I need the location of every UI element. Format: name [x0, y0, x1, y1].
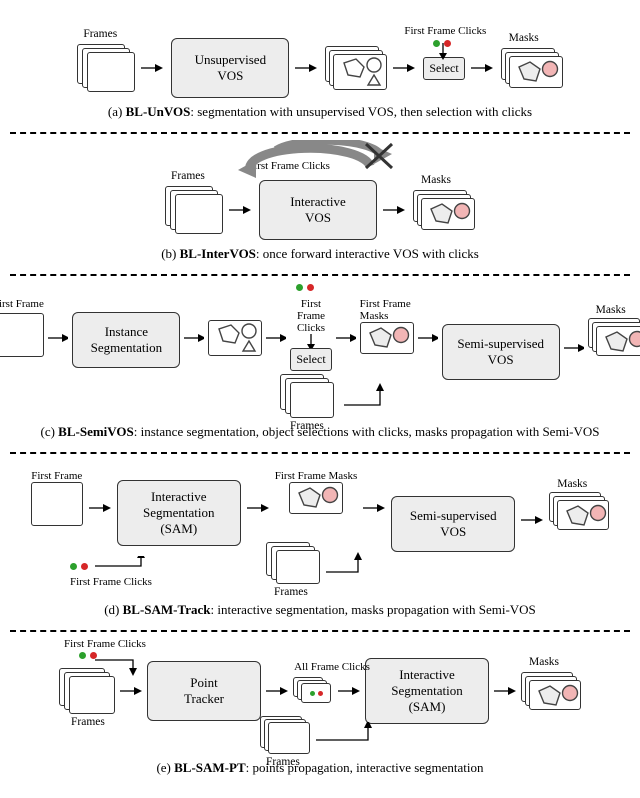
first-frame — [0, 313, 44, 357]
arrow-icon — [89, 502, 111, 514]
caption-a: (a) BL-UnVOS: segmentation with unsuperv… — [10, 104, 630, 120]
output-masks — [588, 318, 640, 356]
arrow-icon — [363, 502, 385, 514]
panel-d: First Frame Interactive Segmentation (SA… — [10, 454, 630, 630]
block-intseg-sam: Interactive Segmentation (SAM) — [117, 480, 241, 546]
arrow-icon — [48, 332, 68, 344]
arrow-down-icon — [437, 43, 449, 60]
arrow-icon — [393, 62, 417, 74]
label-ffclicks: First Frame Clicks — [55, 638, 155, 650]
arrow-icon — [564, 342, 584, 354]
arrow-icon — [184, 332, 204, 344]
label-masks: Masks — [596, 304, 626, 316]
select-box: Select — [290, 348, 331, 371]
panel-b: First Frame Clicks Frames Interactive VO… — [10, 134, 630, 274]
block-semivos: Semi-supervised VOS — [442, 324, 560, 380]
arrow-icon — [247, 502, 269, 514]
first-frame — [31, 482, 83, 526]
output-masks — [501, 48, 563, 88]
arrow-icon — [120, 685, 142, 697]
label-masks: Masks — [421, 174, 451, 186]
arrow-icon — [383, 204, 407, 216]
panel-a: Frames Unsupervised VOS First Frame Clic… — [10, 10, 630, 132]
arrow-icon — [521, 514, 543, 526]
label-frames: Frames — [290, 420, 324, 432]
arrow-up-right-icon — [322, 552, 382, 582]
block-unvos: Unsupervised VOS — [171, 38, 289, 98]
output-masks — [549, 492, 609, 530]
label-masks: Masks — [557, 478, 587, 490]
frames-stack — [280, 374, 334, 418]
select-box: Select — [423, 57, 464, 80]
arrow-icon — [418, 332, 438, 344]
arrow-icon — [338, 685, 360, 697]
frames-stack — [59, 668, 115, 714]
caption-b: (b) BL-InterVOS: once forward interactiv… — [10, 246, 630, 262]
arrow-icon — [266, 685, 288, 697]
label-first-frame: First Frame — [31, 470, 82, 482]
label-first-frame: First Frame — [0, 298, 44, 310]
arrow-up-right-icon — [312, 722, 392, 750]
label-frames: Frames — [83, 28, 117, 40]
label-ffmasks: First Frame Masks — [275, 470, 358, 482]
label-frames: Frames — [266, 756, 300, 768]
clicks-stack — [293, 677, 333, 705]
label-masks: Masks — [529, 656, 559, 668]
frames-stack: Frames — [165, 186, 223, 234]
arrow-up-right-icon — [340, 381, 400, 411]
frames-stack — [266, 542, 320, 584]
arrow-icon — [336, 332, 356, 344]
candidate-shapes — [208, 320, 262, 356]
caption-e: (e) BL-SAM-PT: points propagation, inter… — [10, 760, 630, 776]
label-ffmasks: First Frame Masks — [360, 298, 414, 322]
arrow-icon — [295, 62, 319, 74]
label-masks: Masks — [509, 32, 539, 44]
block-point-tracker: Point Tracker — [147, 661, 261, 721]
selected-shapes — [289, 482, 343, 514]
label-ffclicks: First Frame Clicks — [290, 298, 331, 334]
arrow-icon — [229, 204, 253, 216]
block-instseg: Instance Segmentation — [72, 312, 180, 368]
label-allclicks: All Frame Clicks — [287, 661, 377, 673]
output-masks — [521, 672, 581, 710]
frames-stack — [260, 716, 310, 756]
panel-c: First Frame Instance Segmentation First … — [10, 276, 630, 452]
panel-e: First Frame Clicks Frames Point Tracker … — [10, 632, 630, 788]
label-frames: Frames — [274, 586, 308, 598]
selected-shapes — [360, 322, 414, 354]
block-intseg-sam: Interactive Segmentation (SAM) — [365, 658, 489, 724]
arrow-icon — [471, 62, 495, 74]
output-masks — [413, 190, 475, 230]
frames-stack — [77, 44, 135, 92]
clicks-input: First Frame Clicks — [70, 556, 161, 588]
arrow-icon — [494, 685, 516, 697]
caption-d: (d) BL-SAM-Track: interactive segmentati… — [10, 602, 630, 618]
block-semivos: Semi-supervised VOS — [391, 496, 515, 552]
loop-cross-icon — [220, 140, 420, 182]
arrow-down-icon — [305, 334, 317, 348]
arrow-icon — [266, 332, 286, 344]
label-ffclicks: First Frame Clicks — [70, 576, 161, 588]
label-ffclicks: First Frame Clicks — [395, 25, 495, 37]
label-frames: Frames — [171, 170, 205, 182]
candidate-masks — [325, 46, 387, 90]
block-intervos: Interactive VOS — [259, 180, 377, 240]
clicks-icon — [296, 284, 314, 291]
arrow-icon — [141, 62, 165, 74]
